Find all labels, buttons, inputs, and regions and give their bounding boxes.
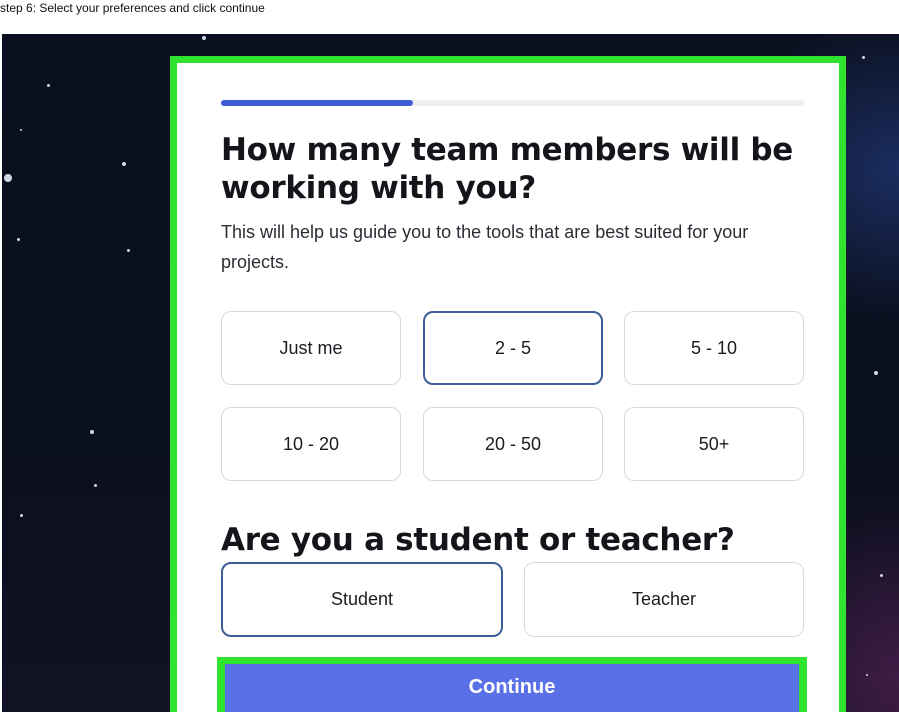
onboarding-card: How many team members will be working wi…: [170, 56, 846, 712]
progress-fill: [221, 100, 414, 106]
option-5-10[interactable]: 5 - 10: [624, 311, 804, 385]
star: [202, 36, 206, 40]
progress-bar: [221, 100, 804, 106]
option-teacher[interactable]: Teacher: [524, 562, 804, 637]
role-question: Are you a student or teacher?: [221, 522, 735, 558]
option-student[interactable]: Student: [221, 562, 503, 637]
star: [122, 162, 126, 166]
star: [4, 174, 12, 182]
star: [47, 84, 50, 87]
star: [20, 514, 23, 517]
option-50-plus[interactable]: 50+: [624, 407, 804, 481]
star: [17, 238, 20, 241]
continue-highlight: Continue: [217, 657, 807, 712]
team-size-question: How many team members will be working wi…: [221, 132, 794, 206]
option-2-5[interactable]: 2 - 5: [423, 311, 603, 385]
step-caption: step 6: Select your preferences and clic…: [0, 1, 265, 15]
star: [20, 129, 22, 131]
star: [880, 574, 883, 577]
app-screenshot: How many team members will be working wi…: [2, 34, 899, 712]
option-just-me[interactable]: Just me: [221, 311, 401, 385]
option-20-50[interactable]: 20 - 50: [423, 407, 603, 481]
continue-button[interactable]: Continue: [225, 664, 799, 712]
star: [866, 674, 868, 676]
star: [90, 430, 94, 434]
team-size-description: This will help us guide you to the tools…: [221, 222, 749, 272]
option-10-20[interactable]: 10 - 20: [221, 407, 401, 481]
star: [874, 371, 878, 375]
star: [94, 484, 97, 487]
star: [862, 56, 865, 59]
star: [127, 249, 130, 252]
